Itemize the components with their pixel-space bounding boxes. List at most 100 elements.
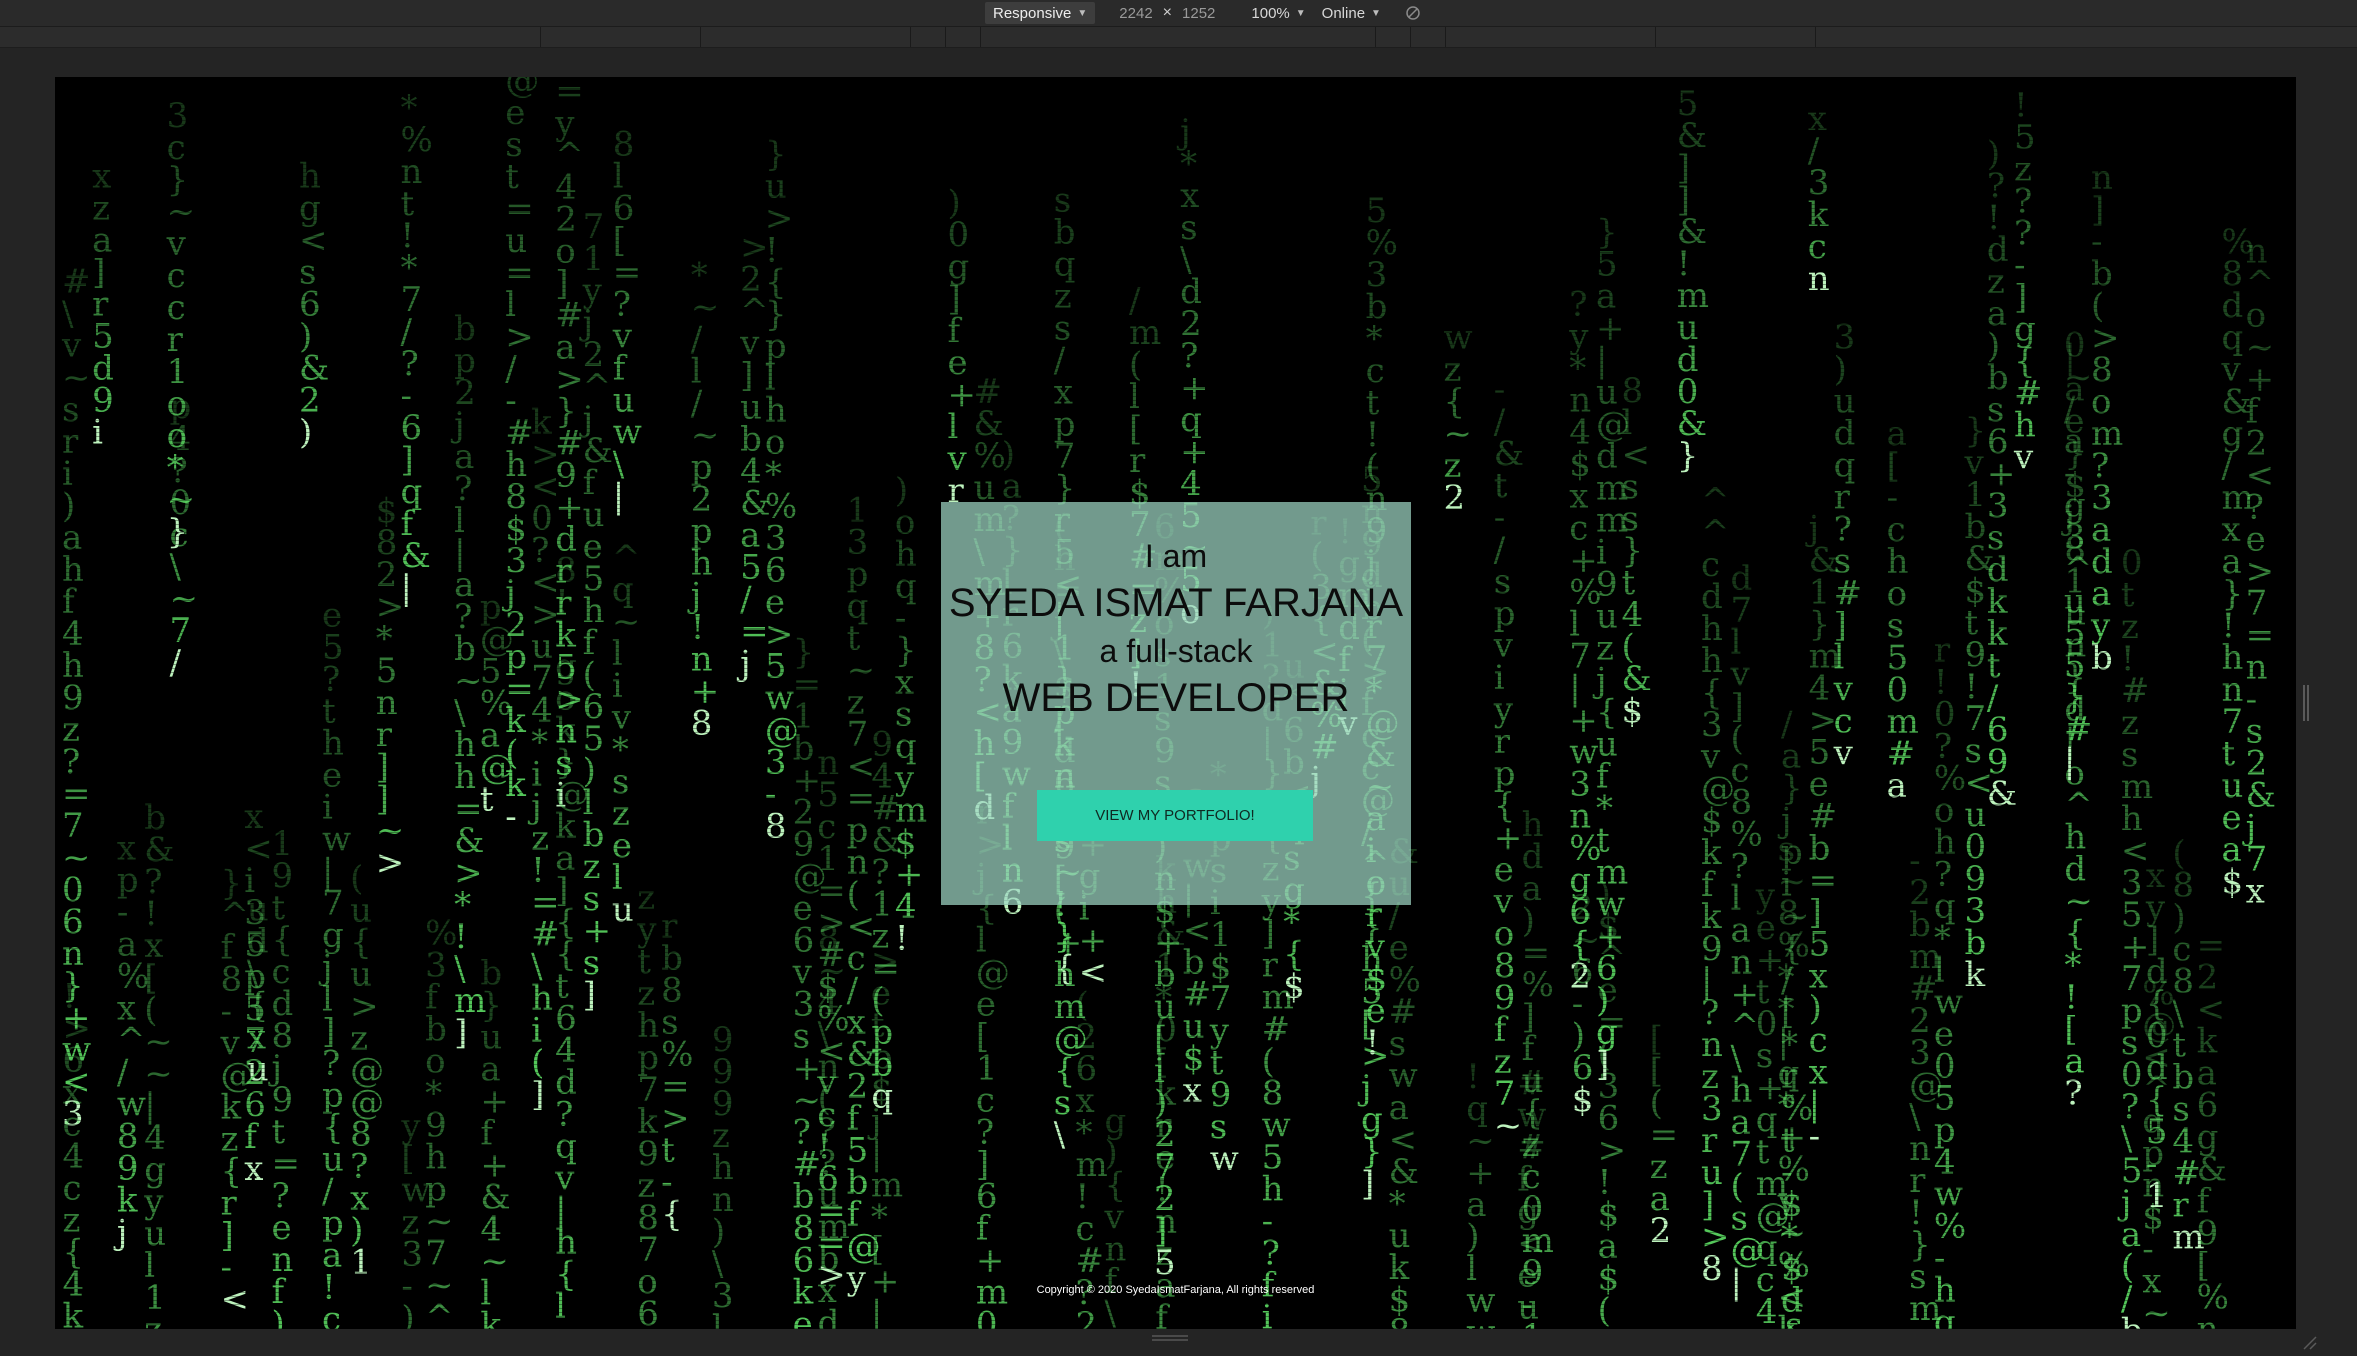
rain-glyph: 8: [1389, 1312, 1411, 1329]
rain-glyph: i: [92, 412, 103, 452]
rain-glyph: d: [818, 1303, 840, 1329]
ruler-segment: [1445, 27, 1446, 47]
rain-glyph: k: [1965, 955, 1986, 995]
developer-name: SYEDA ISMAT FARJANA: [948, 581, 1404, 625]
intro-card: I am SYEDA ISMAT FARJANA a full-stack WE…: [941, 502, 1411, 905]
network-throttle-select[interactable]: Online ▼: [1314, 2, 1389, 24]
dimension-separator: ×: [1162, 4, 1173, 21]
rain-glyph: w: [1210, 1139, 1239, 1179]
role-prefix: a full-stack: [1099, 633, 1253, 669]
rain-glyph: !: [895, 918, 909, 958]
ruler-segment: [1655, 27, 1656, 47]
rain-glyph: l: [712, 1308, 723, 1329]
rain-glyph: b: [2091, 638, 2113, 678]
rain-glyph: e: [793, 1304, 813, 1329]
rain-glyph: ^: [425, 1298, 454, 1329]
ruler-segment: [945, 27, 946, 47]
device-mode-select[interactable]: Responsive ▼: [985, 2, 1096, 24]
rain-glyph: 4: [1756, 1292, 1778, 1329]
intro-line: I am: [1144, 538, 1208, 574]
rain-glyph: j: [736, 643, 751, 683]
viewport-height-field[interactable]: 1252: [1176, 5, 1221, 22]
rain-glyph: x: [1183, 1070, 1202, 1110]
resize-handle-bottom[interactable]: [1152, 1335, 1188, 1343]
rain-glyph: ]: [583, 975, 596, 1015]
zoom-label: 100%: [1251, 4, 1290, 22]
rain-glyph: }: [167, 512, 189, 552]
rotate-disabled-icon[interactable]: [1405, 5, 1421, 21]
role-title: WEB DEVELOPER: [1002, 676, 1350, 720]
rain-glyph: 6: [637, 1294, 659, 1329]
rain-glyph: v: [2013, 437, 2034, 477]
rain-glyph: g: [1934, 1302, 1956, 1329]
rain-glyph: |: [1730, 1263, 1741, 1303]
ruler-segment: [1815, 27, 1816, 47]
caret-down-icon: ▼: [1077, 7, 1088, 19]
rain-glyph: $: [1621, 691, 1643, 731]
rain-glyph: 5: [1154, 1243, 1176, 1283]
rain-glyph: /: [170, 643, 182, 683]
rain-glyph: {: [661, 1195, 683, 1235]
rain-glyph: k: [480, 1305, 501, 1329]
rain-glyph: |: [400, 568, 411, 608]
rain-glyph: ~: [2142, 1293, 2171, 1329]
rain-glyph: |: [2064, 742, 2075, 782]
rain-glyph: }: [1677, 436, 1699, 476]
view-portfolio-button[interactable]: VIEW MY PORTFOLIO!: [1037, 790, 1313, 841]
page-viewport: # \ v ~ s r i) a h f 4 h 9 z? = 7 ~0 6 n} + w <3! >6 x c 4 c z{4 k x z…: [55, 77, 2296, 1329]
resize-handle-corner[interactable]: [2300, 1333, 2318, 1351]
rain-glyph: |: [871, 1294, 882, 1329]
rain-glyph: -: [1809, 1117, 1821, 1157]
ruler-segment: [700, 27, 701, 47]
rain-glyph: i: [1262, 1297, 1273, 1329]
rain-glyph: x: [244, 1149, 263, 1189]
device-toolbar-controls: Responsive ▼ 2242 × 1252 100% ▼ Online ▼: [985, 0, 1421, 26]
rain-glyph: n: [1808, 259, 1830, 299]
rain-glyph: $: [1572, 1080, 1594, 1120]
rain-glyph: 2: [1650, 1211, 1672, 1251]
rain-glyph: 1: [350, 1243, 372, 1283]
ruler-segment: [910, 27, 911, 47]
rain-glyph: $: [2221, 862, 2243, 902]
rain-glyph: ]: [1361, 1164, 1374, 1204]
ruler-segment: [540, 27, 541, 47]
rain-glyph: &: [1781, 1313, 1811, 1329]
rain-glyph: v: [1833, 733, 1854, 773]
rain-glyph: j: [113, 1212, 128, 1252]
rain-glyph: n: [2197, 1310, 2219, 1329]
rain-glyph: t: [480, 780, 494, 820]
rain-glyph: ]: [454, 1013, 467, 1053]
ruler-segment: [980, 27, 981, 47]
rain-glyph: ): [401, 1298, 414, 1329]
rain-glyph: |: [613, 477, 624, 517]
rain-glyph: >: [376, 843, 405, 883]
rain-glyph: k: [62, 1297, 83, 1329]
rain-glyph: 1: [2146, 1176, 2168, 1216]
rain-glyph: 2: [1444, 478, 1466, 518]
media-query-ruler[interactable]: [0, 27, 2357, 48]
rain-glyph: q: [871, 1076, 893, 1116]
rain-glyph: b: [2121, 1311, 2143, 1329]
device-mode-label: Responsive: [993, 4, 1072, 22]
network-label: Online: [1321, 4, 1366, 22]
rain-glyph: \: [1054, 1115, 1066, 1155]
rain-glyph: ): [299, 412, 312, 452]
rain-glyph: 0: [976, 1305, 998, 1329]
zoom-select[interactable]: 100% ▼: [1243, 2, 1313, 24]
rain-glyph: -: [505, 797, 517, 837]
rain-glyph: w: [1466, 1313, 1495, 1329]
rain-glyph: x: [2246, 872, 2265, 912]
rain-glyph: 8: [691, 704, 713, 744]
rain-glyph: ): [272, 1304, 285, 1329]
rain-glyph: z: [144, 1310, 162, 1329]
ruler-segment: [1375, 27, 1376, 47]
caret-down-icon: ▼: [1371, 7, 1381, 19]
rain-glyph: a: [1887, 766, 1907, 806]
viewport-width-field[interactable]: 2242: [1113, 5, 1158, 22]
caret-down-icon: ▼: [1295, 7, 1306, 19]
rain-glyph: ]: [1596, 1044, 1609, 1084]
resize-handle-right[interactable]: [2303, 685, 2311, 721]
rain-glyph: (: [1598, 1290, 1611, 1329]
rain-glyph: $: [1283, 967, 1305, 1007]
rain-glyph: 2: [1076, 1305, 1098, 1329]
